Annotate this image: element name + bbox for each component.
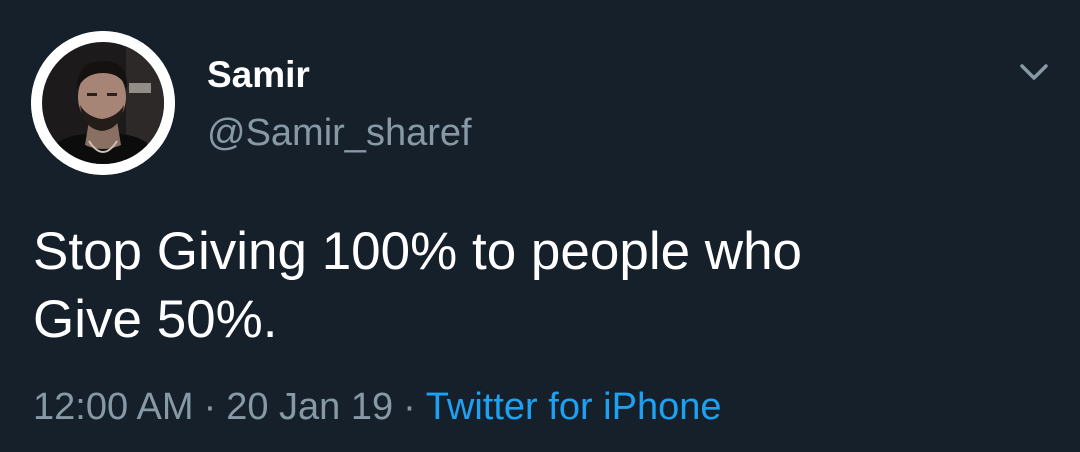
tweet-text-line: Stop Giving 100% to people who: [33, 222, 803, 281]
tweet-metadata: 12:00 AM · 20 Jan 19 · Twitter for iPhone: [33, 386, 721, 429]
avatar-photo: [31, 31, 175, 175]
user-handle[interactable]: @Samir_sharef: [207, 112, 472, 155]
avatar[interactable]: [31, 31, 175, 175]
tweet-source-link[interactable]: Twitter for iPhone: [426, 386, 722, 428]
tweet-date[interactable]: 20 Jan 19: [226, 386, 393, 428]
tweet-menu-button[interactable]: [1014, 52, 1054, 92]
tweet-text-line: Give 50%.: [33, 290, 278, 349]
tweet-time[interactable]: 12:00 AM: [33, 386, 194, 428]
separator: ·: [403, 386, 416, 428]
tweet: Samir @Samir_sharef Stop Giving 100% to …: [0, 0, 1080, 452]
chevron-down-icon: [1020, 64, 1048, 80]
separator: ·: [203, 386, 217, 428]
display-name[interactable]: Samir: [207, 54, 310, 96]
tweet-text: Stop Giving 100% to people who Give 50%.: [33, 218, 1033, 354]
